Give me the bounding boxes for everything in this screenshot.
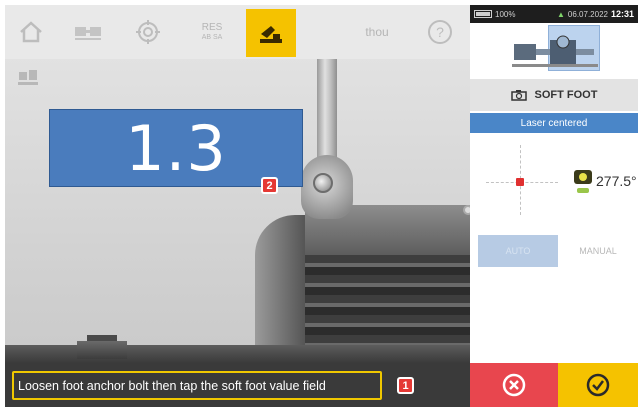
signal-icon: ▲ — [557, 9, 565, 19]
ring-marker — [463, 205, 470, 215]
ground-base — [5, 345, 470, 365]
home-button[interactable] — [15, 11, 47, 53]
machine-button[interactable] — [71, 11, 105, 53]
soft-foot-icon — [260, 26, 282, 43]
results-label-top: RES — [201, 22, 223, 34]
mode-title: SOFT FOOT — [534, 89, 598, 101]
sensor-angle-value: 277.5° — [596, 173, 637, 189]
svg-text:?: ? — [436, 24, 444, 40]
callout-badge-1: 1 — [397, 377, 414, 394]
tab-auto[interactable]: AUTO — [478, 235, 558, 267]
machine-scene: RES AB SA thou ? 1.3 2 Loosen foot ancho… — [5, 5, 470, 407]
soft-foot-value: 1.3 — [125, 111, 227, 185]
machine-view-icon — [18, 70, 38, 85]
target-button[interactable] — [131, 11, 165, 53]
machine-fins — [305, 255, 470, 355]
mode-header: SOFT FOOT — [470, 79, 638, 111]
status-time: 12:31 — [610, 9, 634, 19]
datetime: ▲ 06.07.2022 12:31 — [557, 9, 634, 19]
help-button[interactable]: ? — [423, 11, 457, 53]
results-button[interactable]: RES AB SA — [195, 11, 229, 53]
target-icon — [136, 20, 160, 44]
camera-icon — [510, 90, 527, 101]
callout-badge-2: 2 — [261, 177, 278, 194]
instruction-text: Loosen foot anchor bolt then tap the sof… — [12, 371, 382, 400]
tab-manual[interactable]: MANUAL — [564, 235, 632, 267]
battery-icon — [474, 10, 492, 18]
machine-train-icon — [512, 35, 598, 67]
units-label: thou — [365, 24, 389, 39]
results-label-bottom: AB SA — [201, 33, 223, 41]
home-icon — [20, 21, 42, 43]
soft-foot-value-field[interactable]: 1.3 — [49, 109, 303, 187]
laser-status-bar: Laser centered — [470, 113, 638, 133]
cancel-button[interactable] — [470, 363, 558, 407]
anchor-bolt — [313, 173, 333, 193]
screen: RES AB SA thou ? 1.3 2 Loosen foot ancho… — [5, 5, 638, 407]
battery-indicator: 100% — [474, 10, 515, 19]
foot-stub — [77, 341, 127, 359]
machine-view-button[interactable] — [13, 65, 43, 91]
battery-percent: 100% — [495, 9, 516, 19]
sensor-angle-icon — [570, 166, 596, 201]
help-icon: ? — [428, 20, 452, 44]
soft-foot-button[interactable] — [246, 9, 296, 57]
confirm-button[interactable] — [558, 363, 638, 407]
side-panel: 100% ▲ 06.07.2022 12:31 SOFT FOOT Laser … — [470, 5, 638, 407]
machine-thumbnail[interactable] — [510, 27, 600, 77]
device-status-bar: 100% ▲ 06.07.2022 12:31 — [470, 5, 638, 23]
laser-dot-marker — [516, 178, 524, 186]
units-button[interactable]: thou — [357, 11, 397, 53]
close-circle-icon — [502, 373, 526, 397]
check-circle-icon — [586, 373, 610, 397]
machine-icon — [75, 27, 101, 40]
status-date: 06.07.2022 — [567, 9, 608, 19]
top-toolbar: RES AB SA thou ? — [5, 5, 470, 59]
